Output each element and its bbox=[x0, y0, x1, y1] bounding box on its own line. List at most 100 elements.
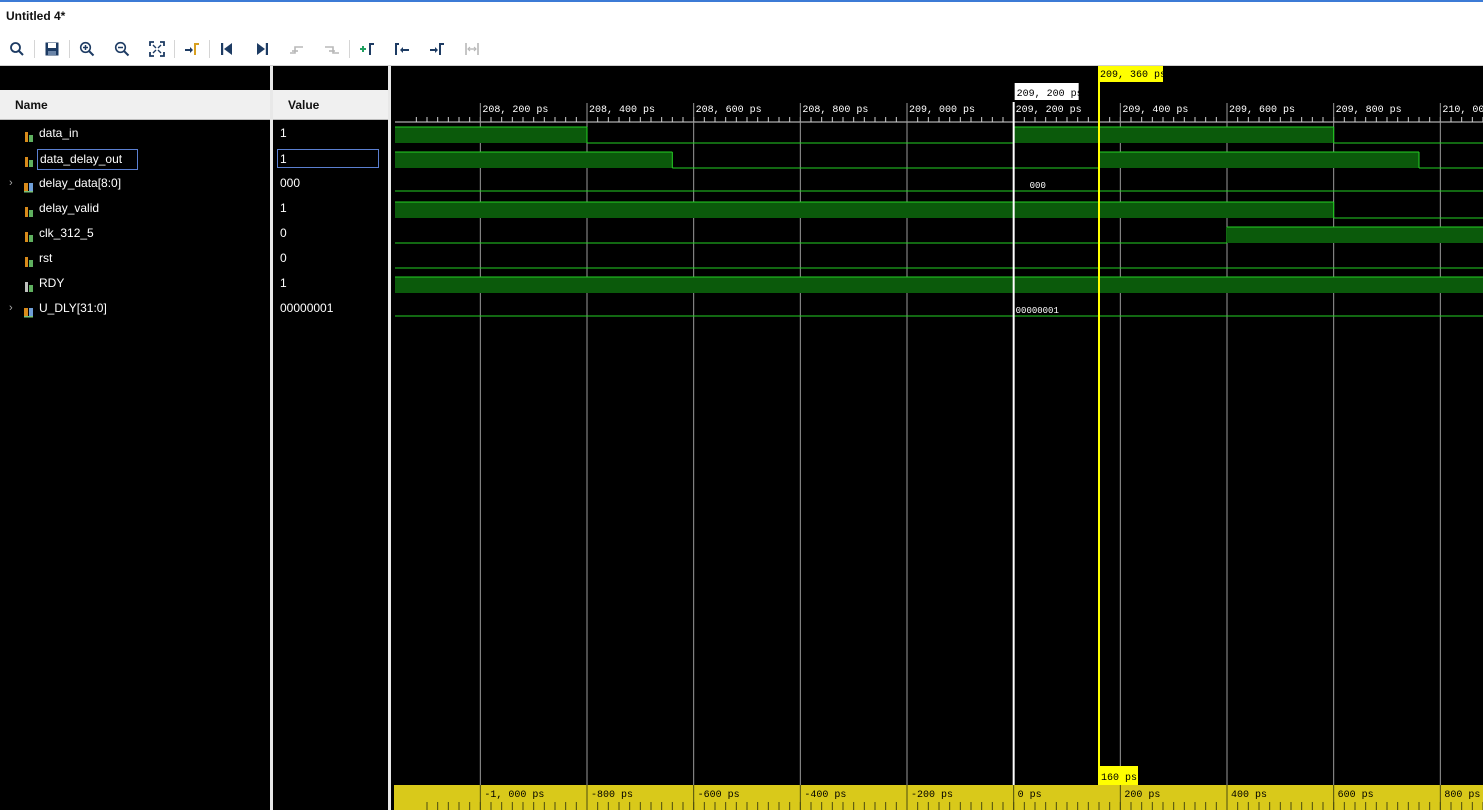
signal-row[interactable]: rst bbox=[0, 246, 270, 271]
waveform-toolbar bbox=[0, 32, 1483, 66]
swap-cursors-button[interactable] bbox=[461, 38, 483, 60]
next-marker-icon bbox=[430, 43, 444, 55]
signal-value: 00000001 bbox=[280, 301, 334, 315]
bottom-axis-tick-label: 800 ps bbox=[1444, 790, 1480, 801]
signal-value-row[interactable]: 1 bbox=[273, 121, 388, 146]
bottom-axis-tick-label: 0 ps bbox=[1018, 790, 1042, 801]
search-icon bbox=[10, 42, 24, 56]
signal-row[interactable]: data_delay_out bbox=[0, 146, 270, 171]
window-title: Untitled 4* bbox=[0, 2, 1483, 32]
next-marker-button[interactable] bbox=[426, 38, 448, 60]
zoom-fit-icon bbox=[149, 41, 165, 57]
previous-transition-icon bbox=[290, 46, 303, 54]
signal-name: RDY bbox=[39, 276, 65, 290]
signal-value: 1 bbox=[280, 276, 287, 290]
bus-signal-icon bbox=[23, 302, 35, 318]
next-transition-button[interactable] bbox=[321, 38, 343, 60]
signal-value: 1 bbox=[277, 149, 379, 168]
search-button[interactable] bbox=[6, 38, 28, 60]
signal-value-row[interactable]: 00000001 bbox=[273, 296, 388, 321]
signal-row[interactable]: data_in bbox=[0, 121, 270, 146]
signal-value: 0 bbox=[280, 226, 287, 240]
go-to-end-icon bbox=[257, 43, 268, 55]
signal-value-row[interactable]: 1 bbox=[273, 196, 388, 221]
bottom-axis-tick-label: -800 ps bbox=[591, 790, 633, 801]
zoom-in-button[interactable] bbox=[76, 38, 98, 60]
output-signal-icon bbox=[23, 277, 35, 292]
cursor-time-label: 209, 360 ps bbox=[1100, 70, 1166, 81]
top-axis-tick-label: 208, 200 ps bbox=[482, 105, 548, 116]
signal-name: data_delay_out bbox=[37, 149, 139, 170]
go-to-last-time-button[interactable] bbox=[251, 38, 273, 60]
top-axis-tick-label: 209, 800 ps bbox=[1336, 105, 1402, 116]
signal-name: clk_312_5 bbox=[39, 226, 94, 240]
signal-value: 1 bbox=[280, 201, 287, 215]
signal-value: 000 bbox=[280, 176, 301, 190]
top-axis-tick-label: 208, 600 ps bbox=[696, 105, 762, 116]
high-level-fill bbox=[395, 152, 673, 168]
bottom-axis-tick-label: 600 ps bbox=[1338, 790, 1374, 801]
signal-value-row[interactable]: 0 bbox=[273, 246, 388, 271]
signal-name: U_DLY[31:0] bbox=[39, 301, 107, 315]
add-marker-button[interactable] bbox=[356, 38, 378, 60]
high-level-fill bbox=[1227, 227, 1483, 243]
name-column-header[interactable]: Name bbox=[0, 90, 270, 120]
toolbar-separator bbox=[34, 40, 35, 58]
bottom-axis-tick-label: -400 ps bbox=[804, 790, 846, 801]
waveform-plot[interactable]: 208, 200 ps 208, 400 ps 208, 600 ps 208, 80… bbox=[391, 66, 1483, 810]
signal-value-row[interactable]: 0 bbox=[273, 221, 388, 246]
signal-row[interactable]: clk_312_5 bbox=[0, 221, 270, 246]
previous-transition-button[interactable] bbox=[286, 38, 308, 60]
high-level-fill bbox=[395, 127, 587, 143]
top-axis-tick-label: 208, 400 ps bbox=[589, 105, 655, 116]
go-to-cursor-button[interactable] bbox=[181, 38, 203, 60]
high-level-fill bbox=[395, 202, 1334, 218]
bottom-axis-tick-label: -600 ps bbox=[698, 790, 740, 801]
signal-row[interactable]: › U_DLY[31:0] bbox=[0, 296, 270, 321]
signal-values-panel: Value 1 1 000 1 0 0 1 00000001 bbox=[273, 66, 388, 810]
zoom-out-button[interactable] bbox=[111, 38, 133, 60]
delta-time-label: 160 ps bbox=[1101, 773, 1137, 784]
value-column-header[interactable]: Value bbox=[273, 90, 388, 120]
zoom-out-icon bbox=[114, 41, 130, 57]
expand-arrow-icon[interactable]: › bbox=[9, 171, 17, 196]
logic-signal-icon bbox=[23, 227, 35, 242]
signal-row[interactable]: RDY bbox=[0, 271, 270, 296]
toolbar-separator bbox=[349, 40, 350, 58]
bus-value-label: 00000001 bbox=[1016, 306, 1059, 316]
signal-value: 1 bbox=[280, 126, 287, 140]
previous-marker-button[interactable] bbox=[391, 38, 413, 60]
signal-value-row[interactable]: 000 bbox=[273, 171, 388, 196]
top-axis-tick-label: 209, 000 ps bbox=[909, 105, 975, 116]
save-button[interactable] bbox=[41, 38, 63, 60]
go-to-start-icon bbox=[221, 43, 232, 55]
toolbar-separator bbox=[174, 40, 175, 58]
signal-row[interactable]: delay_valid bbox=[0, 196, 270, 221]
signal-row[interactable]: › delay_data[8:0] bbox=[0, 171, 270, 196]
signal-value-row[interactable]: 1 bbox=[273, 146, 388, 171]
save-icon bbox=[45, 42, 59, 56]
go-to-time-zero-button[interactable] bbox=[216, 38, 238, 60]
add-marker-icon bbox=[360, 43, 374, 55]
top-axis-tick-label: 210, 000 ps bbox=[1442, 105, 1483, 116]
bottom-axis-tick-label: 200 ps bbox=[1124, 790, 1160, 801]
logic-signal-icon bbox=[23, 152, 35, 167]
swap-cursors-icon bbox=[465, 43, 479, 55]
signal-value-row[interactable]: 1 bbox=[273, 271, 388, 296]
go-to-cursor-icon bbox=[185, 43, 199, 55]
signal-name: delay_data[8:0] bbox=[39, 176, 122, 190]
signal-names-panel: Name data_in data_delay_out › delay_data[8:… bbox=[0, 66, 270, 810]
logic-signal-icon bbox=[23, 202, 35, 217]
toolbar-separator bbox=[209, 40, 210, 58]
expand-arrow-icon[interactable]: › bbox=[9, 296, 17, 321]
next-transition-icon bbox=[325, 46, 339, 54]
high-level-fill bbox=[1013, 127, 1334, 143]
top-axis-tick-label: 209, 400 ps bbox=[1122, 105, 1188, 116]
bus-signal-icon bbox=[23, 177, 35, 193]
waveform-canvas[interactable]: 208, 200 ps 208, 400 ps 208, 600 ps 208, 80… bbox=[391, 66, 1483, 810]
zoom-fit-button[interactable] bbox=[146, 38, 168, 60]
previous-marker-icon bbox=[395, 43, 409, 55]
marker-time-label: 209, 200 ps bbox=[1017, 89, 1083, 100]
bottom-axis-tick-label: 400 ps bbox=[1231, 790, 1267, 801]
logic-signal-icon bbox=[23, 127, 35, 142]
